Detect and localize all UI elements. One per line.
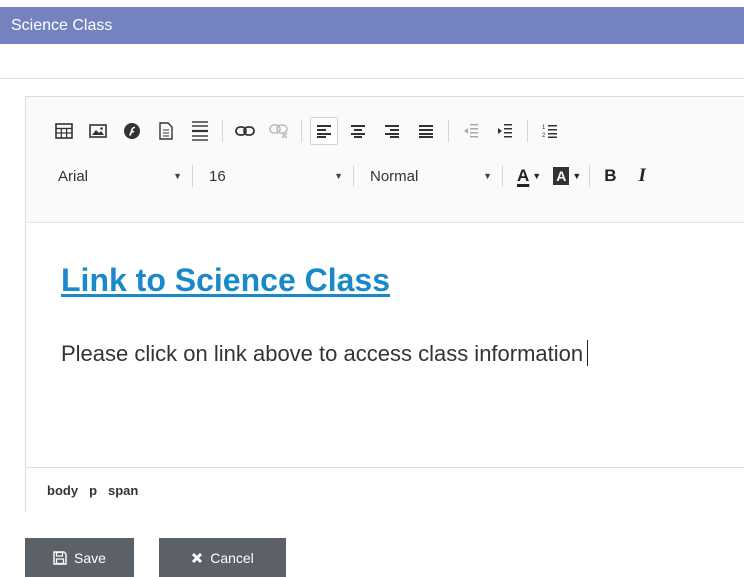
link-icon [235,126,255,136]
rich-text-editor: 12 Arial ▼ 16 ▼ Normal ▼ A ▼ A ▼ B I Lin… [25,96,744,512]
ordered-list-icon: 12 [542,125,557,139]
align-center-icon [351,125,365,138]
insert-document-button[interactable] [152,117,180,145]
align-justify-icon [419,125,433,138]
chevron-down-icon: ▼ [532,171,542,181]
align-justify-button[interactable] [412,117,440,145]
toolbar-separator [301,120,302,142]
outdent-button[interactable] [457,117,485,145]
bold-icon: B [604,166,617,185]
window-title: Science Class [11,17,113,34]
indent-button[interactable] [491,117,519,145]
svg-text:1: 1 [542,125,546,131]
background-color-button[interactable]: A ▼ [547,162,587,190]
toolbar-separator [448,120,449,142]
block-format-select[interactable]: Normal ▼ [362,162,500,190]
font-family-value: Arial [58,167,89,185]
editor-content-area[interactable]: Link to Science Class Please click on li… [26,224,744,467]
font-family-select[interactable]: Arial ▼ [50,162,190,190]
toolbar-separator [589,165,591,187]
block-format-value: Normal [370,167,419,185]
chevron-down-icon: ▼ [483,171,492,181]
italic-icon: I [638,165,646,186]
cancel-label: Cancel [210,549,254,566]
insert-table-button[interactable] [50,117,78,145]
flash-icon [124,123,140,139]
horizontal-rule-icon [192,121,208,141]
align-right-icon [385,125,399,138]
align-left-icon [317,125,331,138]
toolbar-separator [353,165,354,187]
save-label: Save [74,549,106,566]
science-class-link[interactable]: Link to Science Class [61,262,390,299]
align-right-button[interactable] [378,117,406,145]
image-icon [89,124,107,138]
cancel-button[interactable]: Cancel [159,538,286,577]
align-left-button[interactable] [310,117,338,145]
toolbar-separator [527,120,528,142]
path-item-p[interactable]: p [89,483,97,498]
chevron-down-icon: ▼ [572,171,582,181]
toolbar-row-format: Arial ▼ 16 ▼ Normal ▼ A ▼ A ▼ B I [50,161,652,191]
outdent-icon [464,124,478,138]
path-item-body[interactable]: body [47,483,78,498]
bold-button[interactable]: B [598,162,622,190]
element-path-bar: body p span [26,467,744,512]
text-cursor [587,340,589,366]
insert-link-button[interactable] [231,117,259,145]
insert-horizontal-rule-button[interactable] [186,117,214,145]
align-center-button[interactable] [344,117,372,145]
unlink-icon [269,124,288,139]
font-size-select[interactable]: 16 ▼ [201,162,351,190]
italic-button[interactable]: I [633,162,652,190]
editor-toolbar: 12 Arial ▼ 16 ▼ Normal ▼ A ▼ A ▼ B I [26,97,744,223]
instruction-paragraph: Please click on link above to access cla… [61,340,589,367]
document-icon [159,122,173,140]
chevron-down-icon: ▼ [334,171,343,181]
text-color-icon: A [517,166,530,185]
indent-icon [498,124,512,138]
font-size-value: 16 [209,167,226,185]
insert-image-button[interactable] [84,117,112,145]
text-color-button[interactable]: A ▼ [511,162,547,190]
window-title-bar: Science Class [0,7,744,44]
paragraph-text: Please click on link above to access cla… [61,341,584,366]
insert-flash-button[interactable] [118,117,146,145]
divider [0,78,744,79]
table-icon [55,123,73,139]
toolbar-row-insert-align: 12 [50,117,570,145]
close-icon [191,552,203,564]
ordered-list-button[interactable]: 12 [536,117,564,145]
path-item-span[interactable]: span [108,483,138,498]
save-button[interactable]: Save [25,538,134,577]
chevron-down-icon: ▼ [173,171,182,181]
save-icon [53,550,67,565]
toolbar-separator [192,165,193,187]
toolbar-separator [222,120,223,142]
toolbar-separator [502,165,503,187]
svg-text:2: 2 [542,133,546,139]
remove-link-button[interactable] [265,117,293,145]
background-color-icon: A [553,167,570,185]
